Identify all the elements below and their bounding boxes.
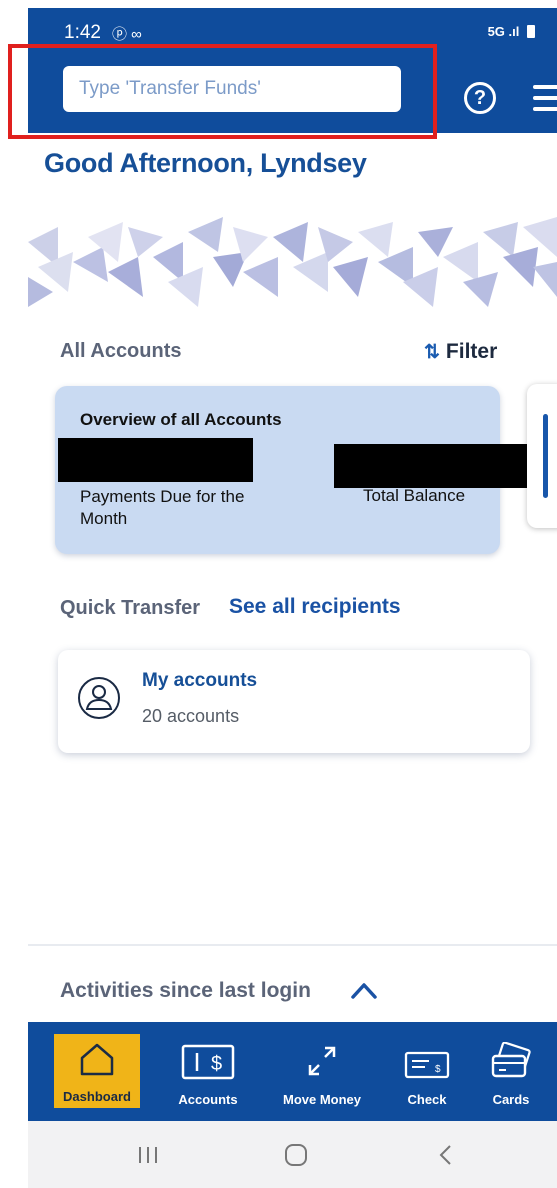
next-account-card[interactable]: [527, 384, 557, 528]
move-money-icon: [308, 1046, 336, 1076]
status-icons: ⓟ ∞: [112, 26, 142, 43]
signal-icon: .ıl: [508, 24, 520, 39]
user-circle-icon: [78, 677, 120, 719]
svg-text:$: $: [435, 1064, 441, 1075]
status-time: 1:42: [64, 22, 101, 43]
search-highlight-box: [8, 44, 437, 139]
payments-due-label: Payments Due for the Month: [80, 487, 245, 528]
accounts-icon: $: [181, 1044, 235, 1080]
accounts-overview-card[interactable]: Overview of all Accounts Payments Due fo…: [55, 386, 532, 554]
check-icon: $: [404, 1051, 450, 1079]
total-balance-label: Total Balance: [363, 486, 466, 505]
network-indicator: 5G .ıl: [488, 24, 535, 39]
back-icon[interactable]: [436, 1143, 454, 1167]
nav-label-accounts: Accounts: [178, 1092, 238, 1107]
redacted-payments-amount: [58, 438, 253, 482]
nav-label-check: Check: [407, 1092, 447, 1107]
help-icon[interactable]: ?: [464, 82, 496, 114]
system-navigation-bar: [28, 1121, 557, 1188]
home-button-icon[interactable]: [283, 1142, 309, 1168]
nav-label-move-money: Move Money: [282, 1092, 361, 1107]
overview-title: Overview of all Accounts: [80, 410, 282, 429]
recipient-name: My accounts: [142, 670, 258, 691]
home-icon: [80, 1043, 114, 1076]
filter-label: Filter: [445, 340, 498, 363]
app-screen: 1:42 ⓟ ∞ 5G .ıl ? Good Afternoon, Lyndse…: [0, 0, 557, 1188]
nav-accounts[interactable]: $ Accounts: [168, 1022, 248, 1121]
svg-text:$: $: [211, 1053, 222, 1075]
nav-dashboard[interactable]: Dashboard: [54, 1034, 140, 1108]
cards-icon: [491, 1042, 531, 1078]
decorative-pattern-banner: [28, 217, 557, 307]
all-accounts-label: All Accounts: [60, 340, 182, 362]
section-divider: [28, 944, 557, 946]
battery-icon: [527, 25, 535, 38]
filter-icon: ⇅: [424, 342, 440, 363]
network-label: 5G: [487, 24, 505, 39]
nav-check[interactable]: $ Check: [396, 1022, 458, 1121]
hamburger-menu-icon[interactable]: [533, 85, 557, 111]
filter-button[interactable]: ⇅ Filter: [424, 340, 497, 364]
chevron-up-icon[interactable]: [350, 979, 378, 1001]
redacted-total-balance: [334, 444, 532, 488]
recipient-card-my-accounts[interactable]: My accounts 20 accounts: [58, 650, 530, 753]
recent-apps-icon[interactable]: [136, 1145, 160, 1165]
nav-label-cards: Cards: [492, 1092, 530, 1107]
greeting-title: Good Afternoon, Lyndsey: [44, 148, 367, 178]
quick-transfer-label: Quick Transfer: [60, 597, 201, 619]
see-all-recipients-link[interactable]: See all recipients: [229, 595, 401, 619]
activities-label: Activities since last login: [60, 979, 311, 1002]
recipient-count: 20 accounts: [142, 706, 240, 726]
bottom-navigation: Dashboard $ Accounts Move Money $ Check …: [28, 1022, 557, 1121]
nav-cards[interactable]: Cards: [480, 1022, 542, 1121]
card-accent-bar: [543, 414, 548, 498]
nav-label-dashboard: Dashboard: [63, 1089, 131, 1104]
nav-move-money[interactable]: Move Money: [273, 1022, 371, 1121]
